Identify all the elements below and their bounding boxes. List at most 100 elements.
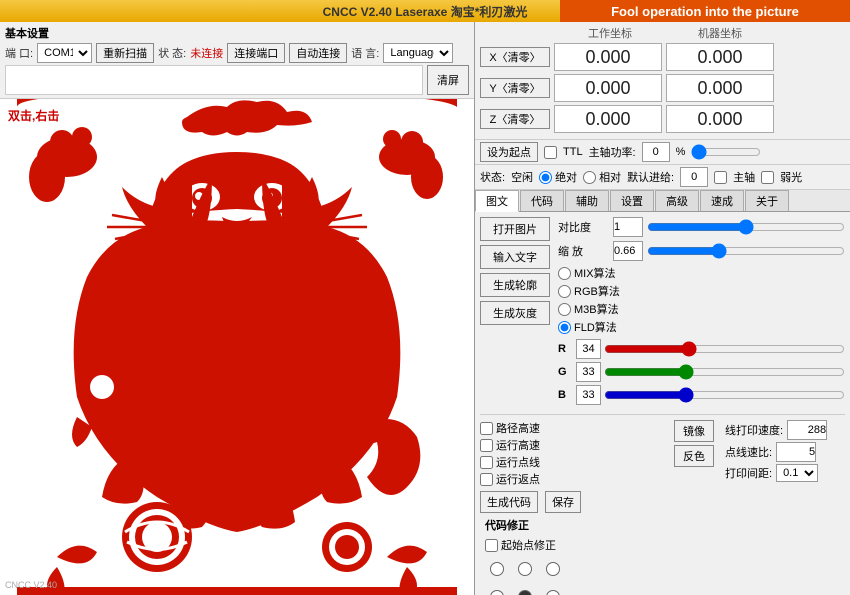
g-value[interactable] [576,362,601,382]
rel-label: 相对 [599,169,621,185]
path-options: 路径高速 运行高速 运行点线 [480,420,668,487]
abs-radio[interactable] [539,171,552,184]
language-select[interactable]: Language [383,43,453,63]
dot-mode-checkbox[interactable] [480,456,493,469]
work-coord-label: 工作坐标 [555,25,665,41]
b-slider[interactable] [604,388,845,402]
y-zero-button[interactable]: Y〈清零〉 [480,78,550,98]
b-value[interactable] [576,385,601,405]
tab-advanced[interactable]: 高级 [655,190,699,211]
tab-image[interactable]: 图文 [475,190,519,212]
status-value: 未连接 [190,45,223,61]
tab-code[interactable]: 代码 [520,190,564,211]
g-slider[interactable] [604,365,845,379]
scale-value[interactable] [613,241,643,261]
clear-button[interactable]: 清屏 [427,65,469,95]
dot-mode-label: 运行点线 [496,454,540,470]
ttl-checkbox[interactable] [544,146,557,159]
contrast-slider[interactable] [647,220,845,234]
laser-checkbox[interactable] [761,171,774,184]
auto-connect-button[interactable]: 自动连接 [289,43,347,63]
z-machine-value: 0.000 [666,105,774,133]
state-value: 空闲 [511,169,533,185]
rgb-algo-radio[interactable] [558,285,571,298]
run-high-label: 运行高速 [496,437,540,453]
mix-algo-radio[interactable] [558,267,571,280]
rgb-section: R G B [558,339,845,405]
power-value[interactable]: 0 [642,142,670,162]
save-button[interactable]: 保存 [545,491,581,513]
open-image-button[interactable]: 打开图片 [480,217,550,241]
generate-outline-button[interactable]: 生成轮廓 [480,273,550,297]
r-slider[interactable] [604,342,845,356]
line-print-speed-label: 线打印速度: [725,422,783,438]
ttl-label: TTL [563,146,583,158]
tab-about[interactable]: 关于 [745,190,789,211]
dot-1-2[interactable] [546,590,560,595]
lion-image [0,99,474,595]
print-interval-label: 打印间距: [725,465,772,481]
algo-section: MIX算法 RGB算法 M3B算法 FLD算法 [558,265,845,335]
tabs-bar: 图文 代码 辅助 设置 高级 速成 关于 [475,190,850,212]
dot-1-1[interactable] [518,590,532,595]
start-point-correction-checkbox[interactable] [485,539,498,552]
invert-button[interactable]: 反色 [674,445,714,467]
print-interval-select[interactable]: 0.1 0.2 0.5 1.0 [776,464,818,482]
state-label: 状态: [480,169,505,185]
log-area [5,65,423,95]
contrast-label: 对比度 [558,219,613,235]
m3b-algo-radio[interactable] [558,303,571,316]
laser-label: 弱光 [780,169,802,185]
high-speed-checkbox[interactable] [480,422,493,435]
basic-settings-label: 基本设置 [5,25,49,41]
code-correction-section: 代码修正 起始点修正 [480,513,845,595]
tab-settings[interactable]: 设置 [610,190,654,211]
generate-gray-button[interactable]: 生成灰度 [480,301,550,325]
tab-assist[interactable]: 辅助 [565,190,609,211]
x-machine-value: 0.000 [666,43,774,71]
y-work-value: 0.000 [554,74,662,102]
fool-banner: Fool operation into the picture [560,0,850,22]
run-dot-checkbox[interactable] [480,473,493,486]
dot-grid [485,557,565,595]
title-bar: CNCC V2.40 Laseraxe 淘宝*利刃激光 Fool operati… [0,0,850,22]
run-dot-label: 运行返点 [496,471,540,487]
scale-slider[interactable] [647,244,845,258]
connect-button[interactable]: 连接端口 [227,43,285,63]
x-zero-button[interactable]: X〈清零〉 [480,47,550,67]
generate-code-button[interactable]: 生成代码 [480,491,538,513]
dot-speed-ratio-value[interactable] [776,442,816,462]
fld-algo-radio[interactable] [558,321,571,334]
dot-0-2[interactable] [546,562,560,576]
spindle-checkbox[interactable] [714,171,727,184]
machine-coord-label: 机器坐标 [665,25,775,41]
image-area[interactable]: 双击,右击 [0,99,474,595]
dot-1-0[interactable] [490,590,504,595]
image-params: 对比度 缩 放 MIX算法 [558,217,845,408]
rescan-button[interactable]: 重新扫描 [96,43,154,63]
set-origin-row: 设为起点 TTL 主轴功率: 0 % [475,140,850,165]
contrast-value[interactable] [613,217,643,237]
tab-speed[interactable]: 速成 [700,190,744,211]
b-label: B [558,389,576,401]
z-zero-button[interactable]: Z〈清零〉 [480,109,550,129]
rel-radio[interactable] [583,171,596,184]
mirror-invert-section: 镜像 反色 [674,420,719,467]
mix-algo-label: MIX算法 [574,265,616,281]
default-feed-value[interactable] [680,167,708,187]
click-hint: 双击,右击 [8,107,59,124]
power-slider[interactable] [691,145,761,159]
run-high-checkbox[interactable] [480,439,493,452]
r-label: R [558,343,576,355]
port-select[interactable]: COM1 [37,43,92,63]
set-origin-button[interactable]: 设为起点 [480,142,538,162]
start-point-correction-label: 起始点修正 [501,537,556,553]
dot-0-0[interactable] [490,562,504,576]
input-text-button[interactable]: 输入文字 [480,245,550,269]
mirror-button[interactable]: 镜像 [674,420,714,442]
line-print-speed-value[interactable] [787,420,827,440]
watermark: CNCC V2.40 [5,580,57,590]
scale-label: 缩 放 [558,243,613,259]
r-value[interactable] [576,339,601,359]
dot-0-1[interactable] [518,562,532,576]
